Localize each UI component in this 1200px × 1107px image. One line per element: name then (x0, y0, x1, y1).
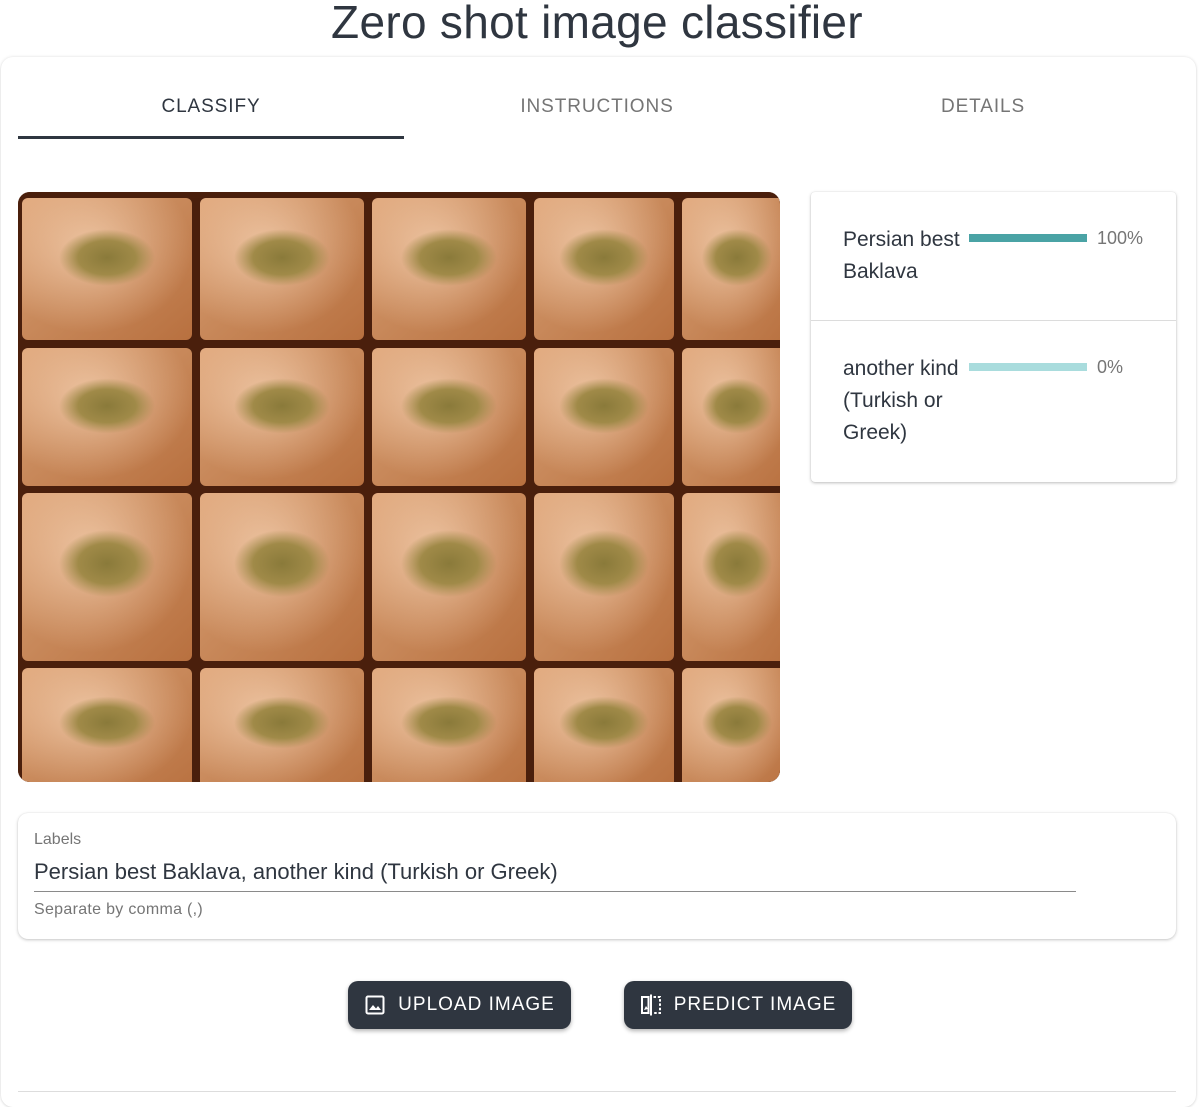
pistachio-topping (701, 229, 773, 287)
predict-image-button[interactable]: PREDICT IMAGE (624, 981, 852, 1029)
tab-details[interactable]: DETAILS (790, 74, 1176, 140)
confidence-bar (969, 234, 1087, 242)
results-panel: Persian best Baklava 100% another kind (… (811, 192, 1176, 482)
labels-caption: Labels (34, 831, 82, 848)
pistachio-topping (234, 378, 330, 434)
pistachio-topping (234, 529, 330, 598)
pistachio-topping (701, 529, 773, 598)
tab-classify[interactable]: CLASSIFY (18, 74, 404, 140)
pistachio-topping (701, 696, 773, 749)
pistachio-topping (559, 378, 649, 434)
pistachio-topping (59, 378, 155, 434)
compare-icon (640, 994, 662, 1016)
upload-image-button[interactable]: UPLOAD IMAGE (348, 981, 571, 1029)
pistachio-topping (559, 696, 649, 749)
pistachio-topping (234, 229, 330, 287)
pistachio-topping (59, 529, 155, 598)
pistachio-topping (59, 696, 155, 749)
confidence-percent: 100% (1097, 228, 1144, 248)
predict-image-label: PREDICT IMAGE (673, 994, 837, 1015)
pistachio-topping (59, 229, 155, 287)
result-label: another kind (Turkish or Greek) (843, 357, 959, 444)
baklava-photo (18, 192, 780, 782)
result-row: Persian best Baklava 100% (811, 192, 1176, 321)
upload-image-label: UPLOAD IMAGE (398, 994, 555, 1015)
tab-bar: CLASSIFY INSTRUCTIONS DETAILS (18, 74, 1176, 140)
divider (18, 1091, 1176, 1092)
confidence-bar (969, 363, 1087, 371)
pistachio-topping (559, 529, 649, 598)
active-tab-indicator (18, 136, 404, 139)
labels-helper-text: Separate by comma (,) (34, 901, 204, 918)
labels-field-card: Labels Separate by comma (,) (18, 813, 1176, 939)
pistachio-topping (559, 229, 649, 287)
confidence-bar-fill (969, 234, 1087, 242)
pistachio-topping (401, 696, 497, 749)
confidence-percent: 0% (1097, 357, 1124, 377)
result-label: Persian best Baklava (843, 228, 960, 283)
image-icon (364, 994, 386, 1016)
tab-instructions[interactable]: INSTRUCTIONS (404, 74, 790, 140)
app-title: Zero shot image classifier (331, 0, 863, 48)
pistachio-topping (401, 229, 497, 287)
pistachio-topping (401, 378, 497, 434)
pistachio-topping (701, 378, 773, 434)
confidence-bar-fill (969, 363, 1087, 371)
pistachio-topping (234, 696, 330, 749)
image-preview (18, 192, 780, 782)
labels-input[interactable] (34, 853, 1076, 892)
result-row: another kind (Turkish or Greek) 0% (811, 321, 1176, 482)
pistachio-topping (401, 529, 497, 598)
